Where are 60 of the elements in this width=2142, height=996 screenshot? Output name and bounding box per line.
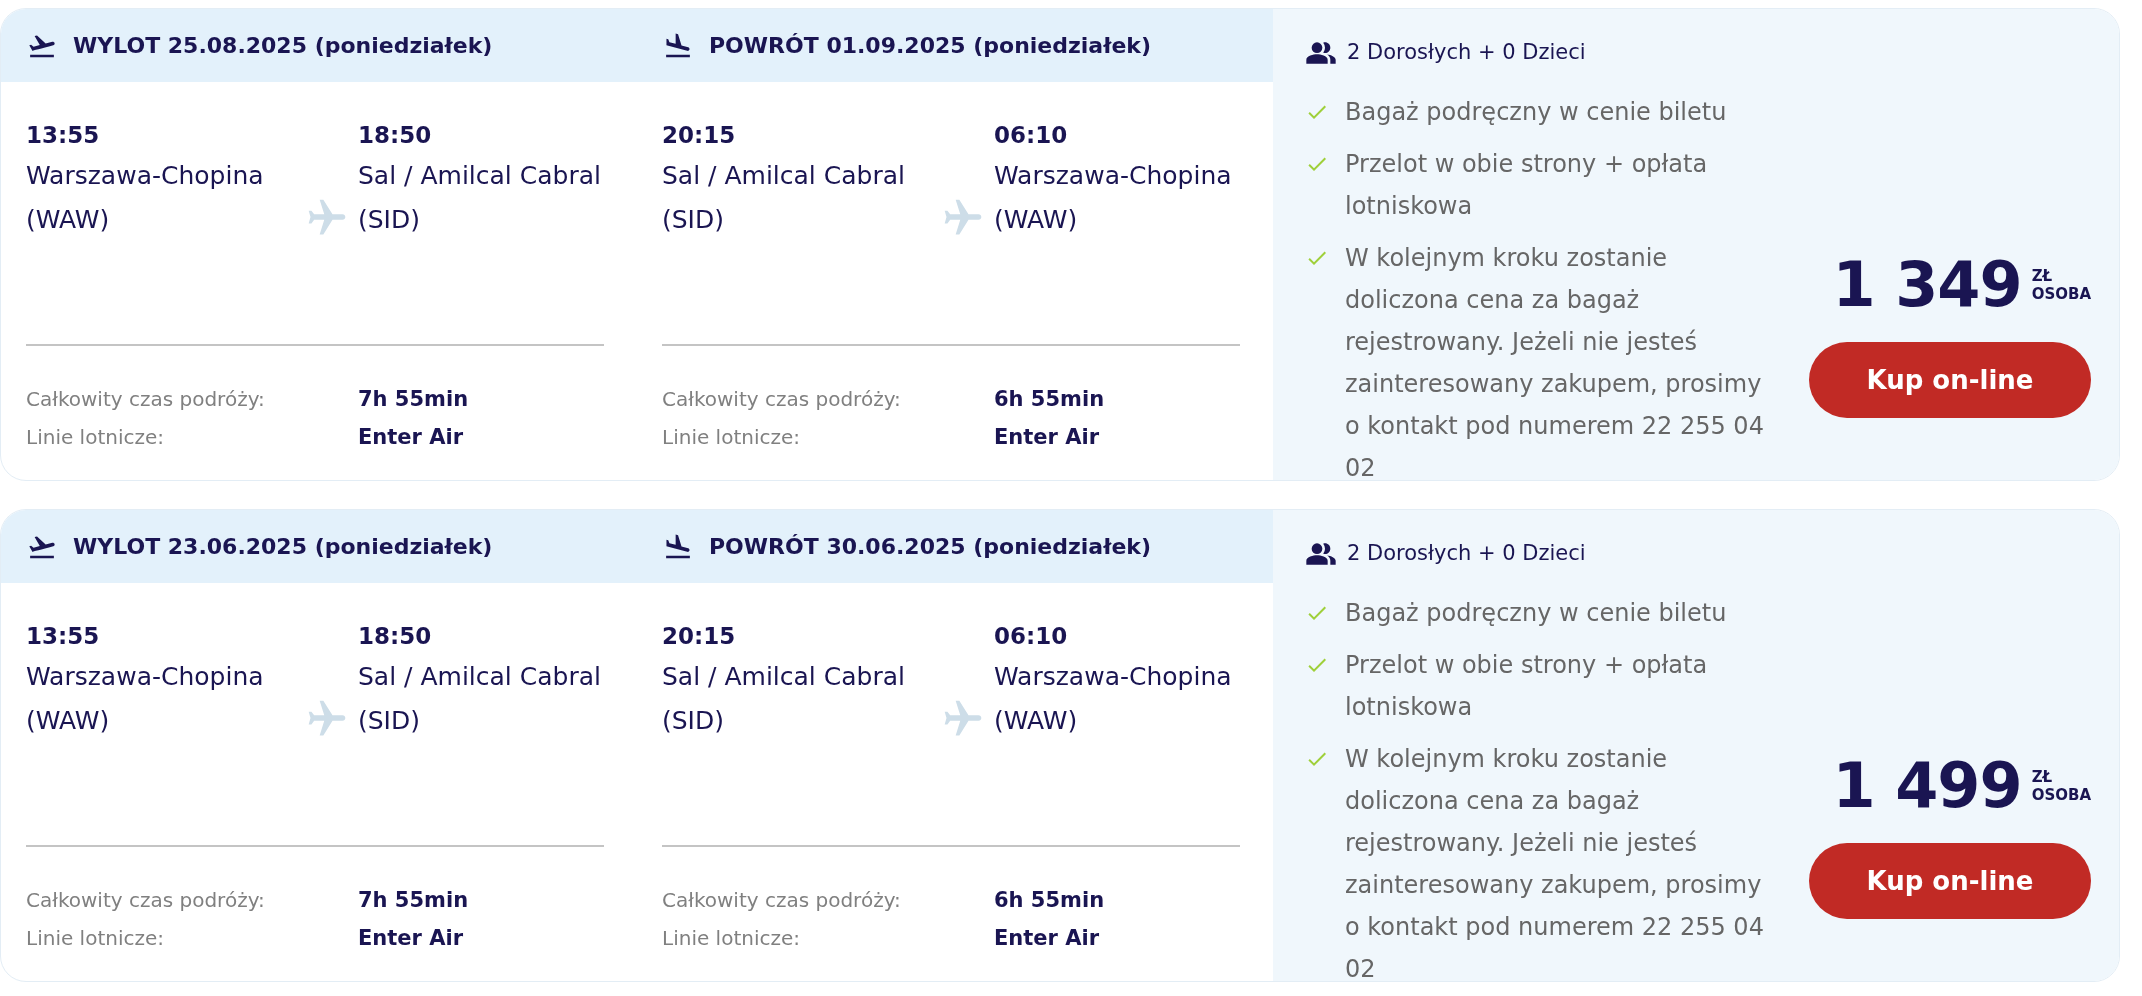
airline-value: Enter Air — [994, 925, 1100, 952]
buy-online-button[interactable]: Kup on-line — [1809, 843, 2091, 919]
airport-code: (SID) — [358, 204, 420, 236]
airline-value: Enter Air — [358, 925, 464, 952]
currency-label: ZŁ — [2031, 768, 2054, 786]
departure-time: 13:55 — [26, 622, 100, 651]
airport-code: (WAW) — [26, 705, 110, 737]
duration-value: 7h 55min — [358, 386, 469, 413]
airline-label: Linie lotnicze: — [26, 925, 165, 952]
airport-code: (WAW) — [994, 705, 1078, 737]
departure-time: 20:15 — [662, 622, 736, 651]
duration-value: 7h 55min — [358, 887, 469, 914]
airport-name: Warszawa-Chopina — [994, 160, 1232, 192]
airport-name: Warszawa-Chopina — [994, 661, 1232, 693]
airport-name: Warszawa-Chopina — [26, 160, 264, 192]
duration-label: Całkowity czas podróży: — [26, 887, 266, 914]
price-amount: 1 499 — [1832, 755, 2022, 817]
airport-code: (SID) — [662, 204, 724, 236]
airport-code: (SID) — [358, 705, 420, 737]
departure-time: 13:55 — [26, 121, 100, 150]
leg-heading: WYLOT 25.08.2025 (poniedziałek) — [73, 32, 493, 60]
airport-code: (SID) — [662, 705, 724, 737]
airport-name: Sal / Amilcal Cabral — [358, 661, 601, 693]
feature-text: Bagaż podręczny w cenie biletu — [1345, 598, 1727, 629]
airline-value: Enter Air — [994, 424, 1100, 451]
duration-value: 6h 55min — [994, 887, 1105, 914]
airline-label: Linie lotnicze: — [662, 424, 801, 451]
arrival-time: 06:10 — [994, 622, 1068, 651]
feature-text: W kolejnym kroku zostanie doliczona cena za bagaż rejestrowany. Jeżeli nie jesteś zainteresowany zakupem, prosimy o kontakt pod numerem 22 255 04 02 — [1345, 243, 1765, 480]
duration-value: 6h 55min — [994, 386, 1105, 413]
duration-label: Całkowity czas podróży: — [662, 887, 902, 914]
buy-online-button[interactable]: Kup on-line — [1809, 342, 2091, 418]
per-person-label: OSOBA — [2031, 786, 2091, 804]
currency-label: ZŁ — [2031, 267, 2054, 285]
airport-code: (WAW) — [26, 204, 110, 236]
arrival-time: 18:50 — [358, 121, 432, 150]
price-amount: 1 349 — [1832, 254, 2022, 316]
passenger-count: 2 Dorosłych + 0 Dzieci — [1347, 39, 1586, 67]
passenger-count: 2 Dorosłych + 0 Dzieci — [1347, 540, 1586, 568]
feature-text: Bagaż podręczny w cenie biletu — [1345, 97, 1727, 128]
airport-name: Warszawa-Chopina — [26, 661, 264, 693]
feature-text: W kolejnym kroku zostanie doliczona cena za bagaż rejestrowany. Jeżeli nie jesteś zainteresowany zakupem, prosimy o kontakt pod numerem 22 255 04 02 — [1345, 744, 1765, 981]
arrival-time: 06:10 — [994, 121, 1068, 150]
airport-name: Sal / Amilcal Cabral — [662, 160, 905, 192]
duration-label: Całkowity czas podróży: — [662, 386, 902, 413]
leg-heading: POWRÓT 01.09.2025 (poniedziałek) — [709, 32, 1151, 60]
per-person-label: OSOBA — [2031, 285, 2091, 303]
duration-label: Całkowity czas podróży: — [26, 386, 266, 413]
leg-heading: POWRÓT 30.06.2025 (poniedziałek) — [709, 533, 1151, 561]
leg-heading: WYLOT 23.06.2025 (poniedziałek) — [73, 533, 493, 561]
arrival-time: 18:50 — [358, 622, 432, 651]
airline-label: Linie lotnicze: — [26, 424, 165, 451]
feature-text: Przelot w obie strony + opłata lotniskowa — [1345, 650, 1709, 723]
airline-value: Enter Air — [358, 424, 464, 451]
airline-label: Linie lotnicze: — [662, 925, 801, 952]
feature-text: Przelot w obie strony + opłata lotniskowa — [1345, 149, 1709, 222]
airport-name: Sal / Amilcal Cabral — [662, 661, 905, 693]
departure-time: 20:15 — [662, 121, 736, 150]
airport-code: (WAW) — [994, 204, 1078, 236]
airport-name: Sal / Amilcal Cabral — [358, 160, 601, 192]
